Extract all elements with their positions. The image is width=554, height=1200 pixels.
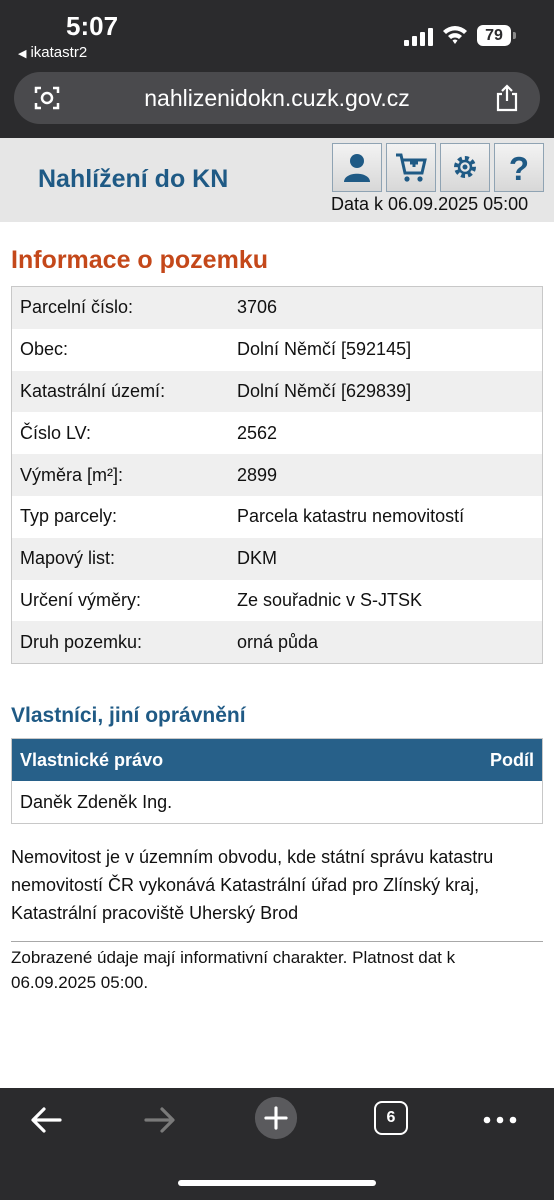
row-value[interactable]: Dolní Němčí [592145]	[237, 339, 411, 360]
battery-tip	[513, 32, 516, 39]
table-row: Typ parcely: Parcela katastru nemovitostí	[12, 495, 542, 538]
more-options-icon[interactable]	[480, 1098, 520, 1142]
new-tab-plus-icon[interactable]	[252, 1096, 300, 1140]
row-label: Určení výměry:	[20, 589, 142, 610]
back-to-app-link[interactable]: ◀ ikatastr2	[18, 44, 87, 61]
share-column-header: Podíl	[490, 749, 534, 770]
row-value[interactable]: 2562	[237, 423, 277, 444]
user-icon	[344, 154, 370, 182]
owner-name: Daněk Zdeněk Ing.	[20, 791, 173, 812]
owners-table: Vlastnické právo Podíl Daněk Zdeněk Ing.	[11, 738, 543, 824]
ownership-column-header: Vlastnické právo	[20, 749, 164, 770]
table-row: Výměra [m²]: 2899	[12, 454, 542, 496]
row-value: Ze souřadnic v S-JTSK	[237, 589, 423, 610]
table-row: Obec: Dolní Němčí [592145]	[12, 328, 542, 371]
row-label: Typ parcely:	[20, 506, 118, 527]
home-indicator	[178, 1180, 376, 1186]
question-mark-icon: ?	[509, 151, 529, 183]
battery-icon: 79	[477, 25, 511, 46]
row-value: Parcela katastru nemovitostí	[237, 506, 465, 527]
table-row: Parcelní číslo: 3706	[12, 287, 542, 329]
forward-arrow-icon[interactable]	[140, 1098, 180, 1142]
cart-button[interactable]	[386, 143, 436, 192]
share-icon[interactable]	[494, 84, 520, 112]
gear-icon	[454, 156, 476, 178]
table-row: Druh pozemku: orná půda	[12, 621, 542, 664]
owners-table-header: Vlastnické právo Podíl	[12, 739, 542, 781]
row-label: Obec:	[20, 339, 69, 360]
row-value: orná půda	[237, 631, 319, 652]
back-app-label: ikatastr2	[30, 44, 88, 61]
settings-button[interactable]	[440, 143, 490, 192]
browser-chrome: 5:07 ◀ ikatastr2 79 nahlizenidokn.cuzk.go…	[0, 0, 554, 138]
back-arrow-icon[interactable]	[26, 1098, 66, 1142]
divider	[11, 941, 543, 942]
svg-text:?: ?	[509, 151, 529, 183]
office-note: Nemovitost je v územním obvodu, kde stát…	[11, 847, 494, 923]
row-value: 2899	[237, 464, 278, 485]
status-time: 5:07	[66, 11, 119, 41]
owners-heading: Vlastníci, jiní oprávnění	[11, 704, 246, 727]
row-label: Mapový list:	[20, 548, 116, 569]
row-value: DKM	[237, 548, 277, 569]
url-text: nahlizenidokn.cuzk.gov.cz	[144, 85, 410, 111]
back-triangle-icon: ◀	[18, 48, 27, 60]
row-label: Výměra [m²]:	[20, 464, 124, 485]
wifi-icon	[443, 26, 467, 44]
row-value: 3706	[237, 297, 278, 318]
disclaimer: Zobrazené údaje mají informativní charak…	[11, 948, 456, 992]
parcel-info-table: Parcelní číslo: 3706 Obec: Dolní Němčí [59…	[11, 286, 543, 665]
table-row: Číslo LV: 2562	[12, 412, 542, 455]
row-label: Druh pozemku:	[20, 631, 143, 652]
parcel-info-heading: Informace o pozemku	[11, 246, 268, 274]
tab-switcher-button[interactable]: 6	[374, 1101, 408, 1135]
table-row: Určení výměry: Ze souřadnic v S-JTSK	[12, 579, 542, 622]
site-title[interactable]: Nahlížení do KN	[38, 165, 228, 194]
data-date-label: Data k 06.09.2025 05:00	[331, 194, 529, 214]
cellular-signal-icon	[404, 28, 434, 46]
row-value[interactable]: Dolní Němčí [629839]	[237, 381, 411, 402]
cart-icon	[396, 153, 427, 182]
help-button[interactable]: ?	[494, 143, 544, 192]
row-label: Katastrální území:	[20, 380, 166, 401]
table-row: Katastrální území: Dolní Němčí [629839]	[12, 370, 542, 413]
user-account-button[interactable]	[332, 143, 382, 192]
owner-row: Daněk Zdeněk Ing.	[12, 781, 542, 823]
row-label: Parcelní číslo:	[20, 297, 134, 318]
table-row: Mapový list: DKM	[12, 537, 542, 580]
address-bar[interactable]: nahlizenidokn.cuzk.gov.cz	[14, 72, 540, 124]
row-label: Číslo LV:	[20, 422, 92, 443]
